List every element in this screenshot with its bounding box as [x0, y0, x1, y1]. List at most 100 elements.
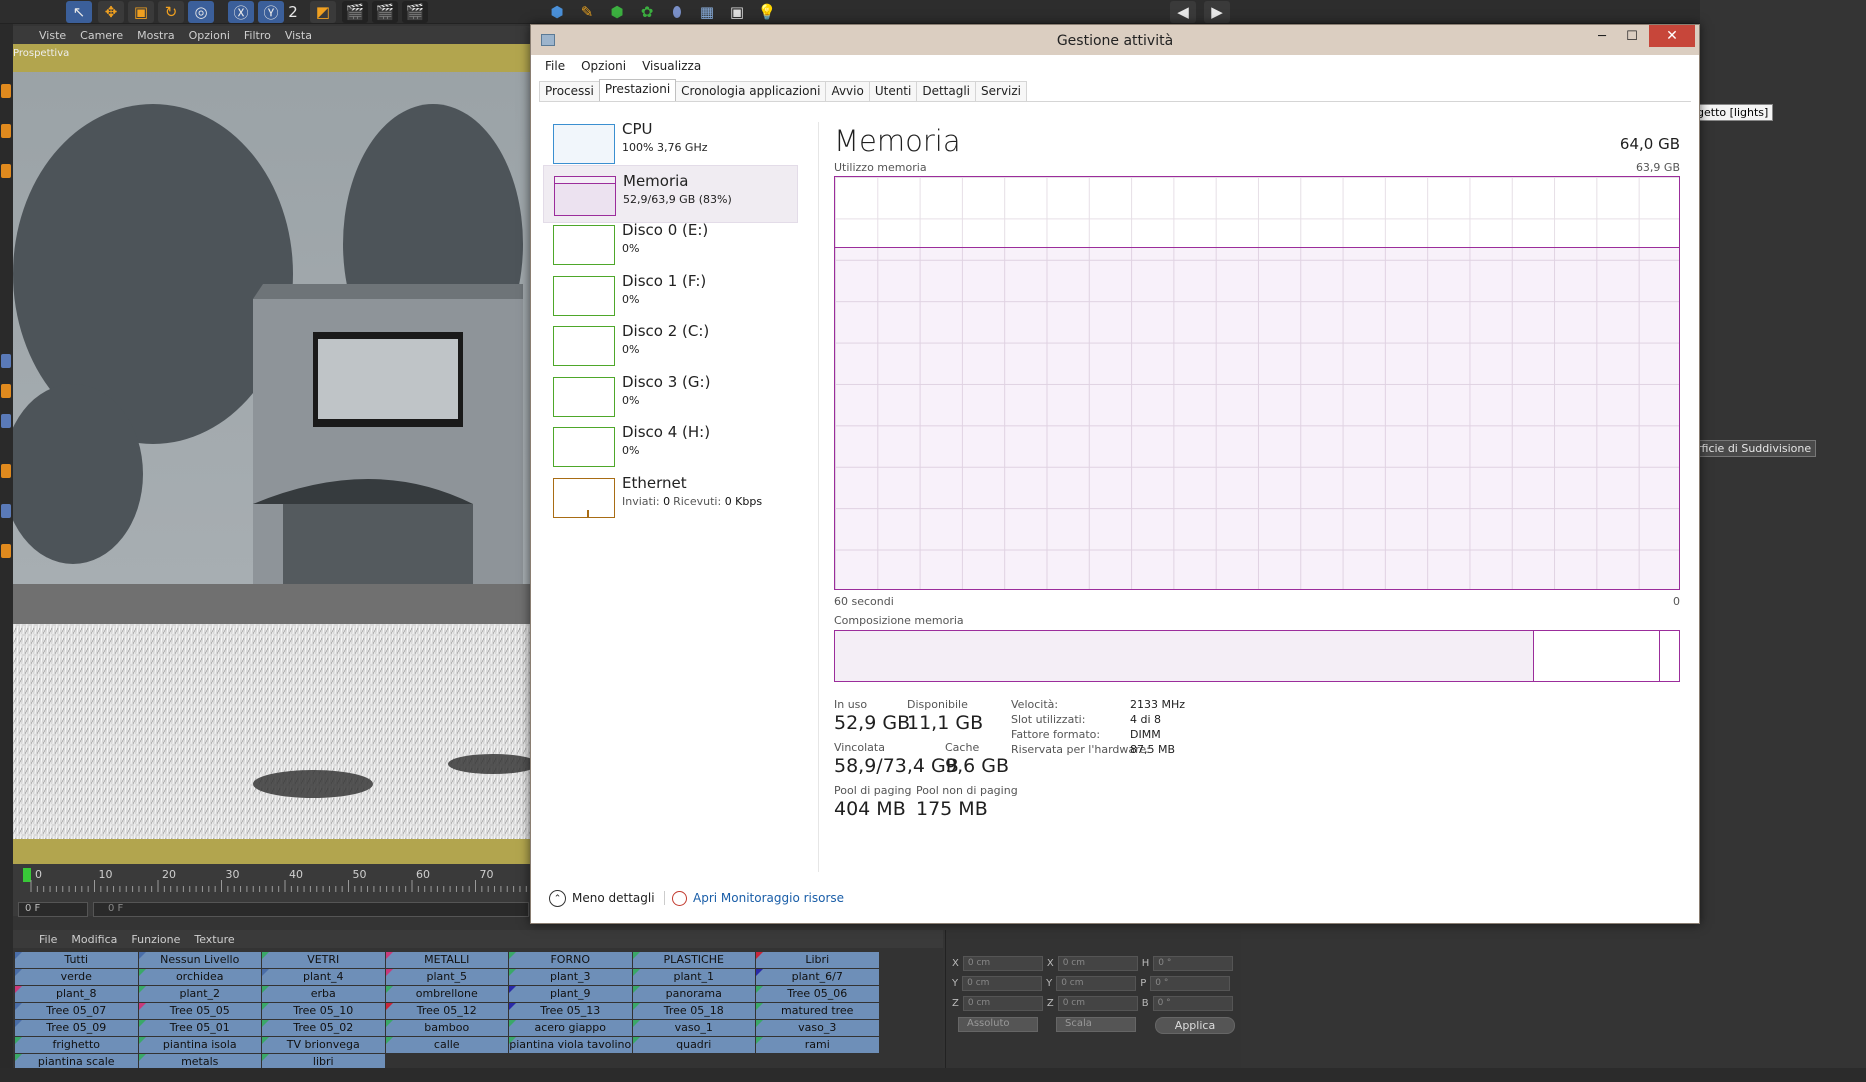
coordinate-system-icon[interactable]: ◩ — [310, 1, 336, 23]
tab-cronologia-applicazioni[interactable]: Cronologia applicazioni — [675, 81, 827, 101]
layer-button[interactable]: plant_9 — [509, 986, 632, 1002]
model-mode-icon[interactable] — [1, 84, 11, 98]
layer-button[interactable]: Tree 05_05 — [138, 1003, 261, 1019]
layer-button[interactable]: ombrellone — [385, 986, 508, 1002]
workplane-icon[interactable] — [1, 504, 11, 518]
viewport-menu-mostra[interactable]: Mostra — [137, 29, 175, 42]
frame-range-slider[interactable]: 0 F — [93, 902, 529, 917]
locked-workplane-icon[interactable] — [1, 544, 11, 558]
layer-button[interactable]: rami — [756, 1037, 879, 1053]
select-tool-icon[interactable]: ↖ — [66, 1, 92, 23]
layer-menu-modifica[interactable]: Modifica — [71, 933, 117, 946]
polygons-mode-icon[interactable] — [1, 414, 11, 428]
coord-mode-dropdown[interactable]: Assoluto — [958, 1017, 1038, 1032]
move-tool-icon[interactable]: ✥ — [98, 1, 124, 23]
resource-item-cpu[interactable]: CPU 100% 3,76 GHz — [543, 114, 798, 172]
tab-avvio[interactable]: Avvio — [825, 81, 870, 101]
tab-dettagli[interactable]: Dettagli — [916, 81, 977, 101]
layer-button[interactable]: panorama — [632, 986, 755, 1002]
layer-button[interactable]: plant_4 — [262, 969, 385, 985]
layer-button[interactable]: Tree 05_06 — [756, 986, 879, 1002]
render-settings-icon[interactable]: 🎬 — [402, 1, 428, 23]
layer-button[interactable]: piantina viola tavolino — [509, 1037, 632, 1053]
nav-back-icon[interactable]: ◀ — [1170, 1, 1196, 23]
layer-button[interactable]: orchidea — [138, 969, 261, 985]
rotate-tool-icon[interactable]: ↻ — [158, 1, 184, 23]
memory-composition-bar[interactable] — [834, 630, 1680, 682]
resource-item-disco-4-h[interactable]: Disco 4 (H:) 0% — [543, 417, 798, 475]
layer-menu-funzione[interactable]: Funzione — [131, 933, 180, 946]
layer-button[interactable]: plant_6/7 — [756, 969, 879, 985]
layer-button[interactable]: VETRI — [262, 952, 385, 968]
cube-icon[interactable]: ⬢ — [544, 1, 570, 23]
layer-button[interactable]: Tree 05_09 — [15, 1020, 138, 1036]
minimize-button[interactable]: ─ — [1587, 25, 1617, 47]
viewport-menu-viste[interactable]: Viste — [39, 29, 66, 42]
texture-mode-icon[interactable] — [1, 124, 11, 138]
layer-button[interactable]: calle — [385, 1037, 508, 1053]
coord-value-field[interactable]: 0 cm — [1057, 996, 1138, 1011]
layer-button[interactable]: plant_2 — [138, 986, 261, 1002]
layer-button[interactable]: quadri — [632, 1037, 755, 1053]
coord-value-field[interactable]: 0 ° — [1150, 976, 1231, 991]
tab-servizi[interactable]: Servizi — [975, 81, 1028, 101]
maximize-button[interactable]: ☐ — [1617, 25, 1647, 47]
open-resource-monitor-link[interactable]: Apri Monitoraggio risorse — [693, 891, 844, 905]
layer-button[interactable]: Nessun Livello — [138, 952, 261, 968]
scale-tool-icon[interactable]: ▣ — [128, 1, 154, 23]
points-mode-icon[interactable] — [1, 354, 11, 368]
deformer-icon[interactable]: ✿ — [634, 1, 660, 23]
tab-utenti[interactable]: Utenti — [868, 81, 918, 101]
viewport-menu-opzioni[interactable]: Opzioni — [189, 29, 230, 42]
layer-button[interactable]: Tree 05_07 — [15, 1003, 138, 1019]
layer-button[interactable]: TV brionvega — [262, 1037, 385, 1053]
tab-processi[interactable]: Processi — [539, 81, 600, 101]
coord-scale-dropdown[interactable]: Scala — [1056, 1017, 1136, 1032]
layer-button[interactable]: METALLI — [385, 952, 508, 968]
chevron-up-icon[interactable]: ⌃ — [549, 890, 566, 907]
close-button[interactable]: ✕ — [1649, 25, 1695, 47]
environment-icon[interactable]: ⬮ — [664, 1, 690, 23]
spline-icon[interactable]: ✎ — [574, 1, 600, 23]
coord-value-field[interactable]: 0 ° — [1153, 956, 1234, 971]
snap-icon[interactable] — [1, 464, 11, 478]
layer-button[interactable]: matured tree — [756, 1003, 879, 1019]
layer-button[interactable]: plant_1 — [632, 969, 755, 985]
resource-monitor-icon[interactable] — [672, 891, 687, 906]
viewport-menu-camere[interactable]: Camere — [80, 29, 123, 42]
axis-mode-icon[interactable] — [1, 164, 11, 178]
resource-item-disco-2-c[interactable]: Disco 2 (C:) 0% — [543, 316, 798, 374]
title-bar[interactable]: Gestione attività ─ ☐ ✕ — [531, 25, 1699, 55]
layer-button[interactable]: plant_3 — [509, 969, 632, 985]
resource-item-disco-3-g[interactable]: Disco 3 (G:) 0% — [543, 367, 798, 425]
layer-button[interactable]: Tree 05_18 — [632, 1003, 755, 1019]
layer-button[interactable]: erba — [262, 986, 385, 1002]
floor-icon[interactable]: ▦ — [694, 1, 720, 23]
layer-button[interactable]: FORNO — [509, 952, 632, 968]
layer-menu-file[interactable]: File — [39, 933, 57, 946]
light-icon[interactable]: 💡 — [754, 1, 780, 23]
resource-item-disco-0-e[interactable]: Disco 0 (E:) 0% — [543, 215, 798, 273]
nav-forward-icon[interactable]: ▶ — [1204, 1, 1230, 23]
memory-usage-graph[interactable] — [834, 176, 1680, 590]
live-select-icon[interactable]: ◎ — [188, 1, 214, 23]
render-view-icon[interactable]: 🎬 — [342, 1, 368, 23]
menu-file[interactable]: File — [545, 59, 565, 73]
layer-button[interactable]: vaso_1 — [632, 1020, 755, 1036]
coord-value-field[interactable]: 0 cm — [962, 996, 1043, 1011]
current-frame-field[interactable]: 0 F — [18, 902, 88, 917]
coord-value-field[interactable]: 0 cm — [1056, 976, 1137, 991]
generator-icon[interactable]: ⬢ — [604, 1, 630, 23]
viewport-menu-vista[interactable]: Vista — [285, 29, 312, 42]
3d-viewport[interactable] — [13, 44, 530, 864]
fewer-details-link[interactable]: Meno dettagli — [572, 891, 655, 905]
tab-prestazioni[interactable]: Prestazioni — [598, 79, 677, 101]
camera-icon[interactable]: ▣ — [724, 1, 750, 23]
layer-button[interactable]: Tree 05_13 — [509, 1003, 632, 1019]
apply-button[interactable]: Applica — [1155, 1017, 1235, 1034]
layer-button[interactable]: Tree 05_12 — [385, 1003, 508, 1019]
render-picture-viewer-icon[interactable]: 🎬 — [372, 1, 398, 23]
pane-divider[interactable] — [818, 122, 819, 872]
viewport-menu-filtro[interactable]: Filtro — [244, 29, 271, 42]
layer-button[interactable]: piantina isola — [138, 1037, 261, 1053]
